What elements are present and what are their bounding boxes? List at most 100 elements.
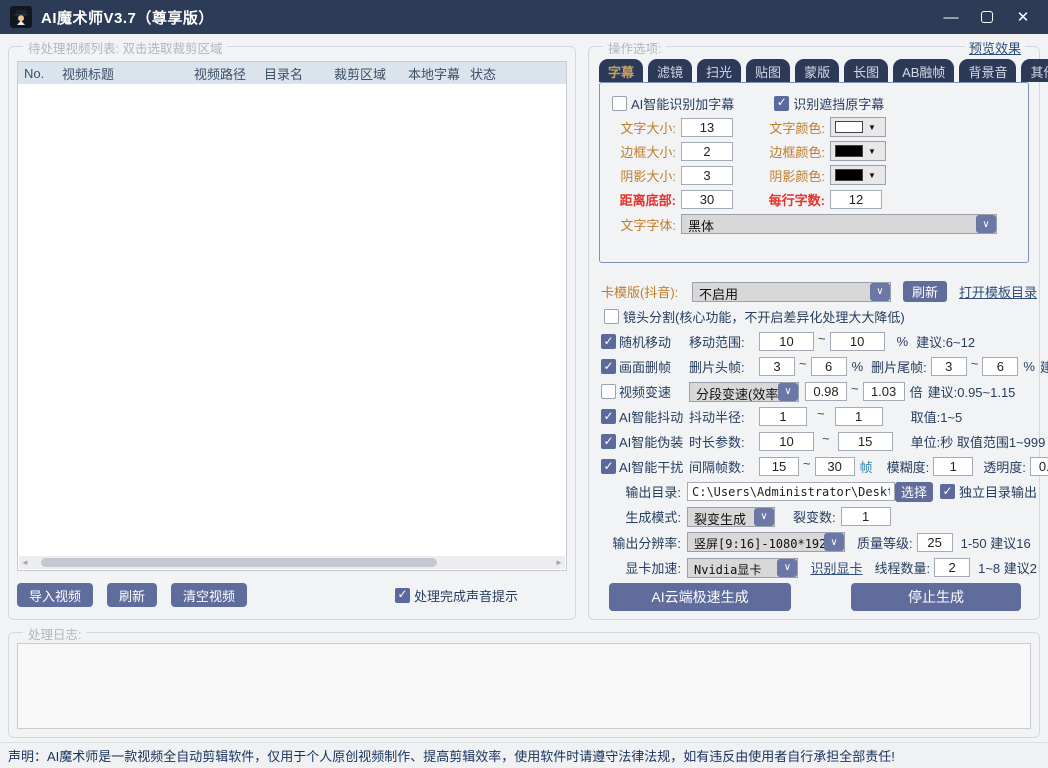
tab-字幕[interactable]: 字幕 <box>599 59 643 82</box>
ai-interfere-row: AI智能干扰 间隔帧数: ~ 帧 模糊度: 透明度: <box>601 454 1037 479</box>
del-tail-to-input[interactable] <box>982 357 1018 376</box>
tab-滤镜[interactable]: 滤镜 <box>648 59 692 82</box>
horizontal-scrollbar[interactable]: ◄ ► <box>19 556 565 569</box>
tab-贴图[interactable]: 贴图 <box>746 59 790 82</box>
interval-from-input[interactable] <box>759 457 799 476</box>
log-textarea[interactable] <box>17 643 1031 729</box>
resolution-label: 输出分辨率: <box>601 533 681 552</box>
font-family-dropdown[interactable]: 黑体 ∨ <box>681 214 997 234</box>
del-head-to-input[interactable] <box>811 357 847 376</box>
column-header-5: 本地字幕 <box>402 64 464 83</box>
preview-effect-link[interactable]: 预览效果 <box>965 38 1025 57</box>
alpha-input[interactable] <box>1030 457 1048 476</box>
stop-generate-button[interactable]: 停止生成 <box>851 583 1021 611</box>
delete-frames-checkbox[interactable] <box>601 359 616 374</box>
detect-gpu-link[interactable]: 识别显卡 <box>810 558 862 577</box>
log-group-label: 处理日志: <box>23 624 86 643</box>
fission-count-input[interactable] <box>841 507 891 526</box>
close-button[interactable]: ✕ <box>1008 4 1038 30</box>
interval-to-input[interactable] <box>815 457 855 476</box>
tab-背景音[interactable]: 背景音 <box>959 59 1016 82</box>
bottom-gap-input[interactable] <box>681 190 733 209</box>
speed-mode-dropdown[interactable]: 分段变速(效率优 ∨ <box>689 382 799 402</box>
move-range-from-input[interactable] <box>759 332 814 351</box>
clear-videos-button[interactable]: 清空视频 <box>171 583 247 607</box>
table-body[interactable] <box>18 84 566 556</box>
font-size-input[interactable] <box>681 118 733 137</box>
ai-add-subtitle-checkbox[interactable] <box>612 96 627 111</box>
output-dir-input[interactable] <box>687 482 895 501</box>
tab-扫光[interactable]: 扫光 <box>697 59 741 82</box>
threads-input[interactable] <box>934 558 970 577</box>
shake-radius-from-input[interactable] <box>759 407 807 426</box>
sound-tip-checkbox[interactable] <box>395 588 410 603</box>
duration-from-input[interactable] <box>759 432 814 451</box>
choose-dir-button[interactable]: 选择 <box>895 482 933 502</box>
tilde-separator: ~ <box>803 456 811 471</box>
tab-长图[interactable]: 长图 <box>844 59 888 82</box>
del-tail-from-input[interactable] <box>931 357 967 376</box>
speed-label: 视频变速 <box>619 382 689 401</box>
quality-label: 质量等级: <box>857 533 913 552</box>
resolution-value: 竖屏[9:16]-1080*1920 <box>688 533 824 551</box>
gpu-dropdown[interactable]: Nvidia显卡 ∨ <box>687 558 798 578</box>
template-refresh-button[interactable]: 刷新 <box>903 281 947 302</box>
import-videos-button[interactable]: 导入视频 <box>17 583 93 607</box>
scrollbar-thumb[interactable] <box>41 558 437 567</box>
ai-disguise-checkbox[interactable] <box>601 434 616 449</box>
del-tail-label: 删片尾帧: <box>871 357 927 376</box>
mask-original-checkbox[interactable] <box>774 96 789 111</box>
delete-frames-row: 画面删帧 删片头帧: ~ % 删片尾帧: ~ % 建议:3~6 <box>601 354 1037 379</box>
shadow-size-row: 阴影大小: 阴影颜色: ▼ <box>608 163 1020 187</box>
ai-interfere-checkbox[interactable] <box>601 459 616 474</box>
gen-mode-dropdown[interactable]: 裂变生成 ∨ <box>687 507 775 527</box>
cloud-generate-button[interactable]: AI云端极速生成 <box>609 583 791 611</box>
shake-radius-to-input[interactable] <box>835 407 883 426</box>
speed-to-input[interactable] <box>863 382 905 401</box>
quality-input[interactable] <box>917 533 953 552</box>
minimize-button[interactable]: — <box>936 4 966 30</box>
speed-checkbox[interactable] <box>601 384 616 399</box>
resolution-dropdown[interactable]: 竖屏[9:16]-1080*1920 ∨ <box>687 532 845 552</box>
line-chars-input[interactable] <box>830 190 882 209</box>
refresh-list-button[interactable]: 刷新 <box>107 583 157 607</box>
shadow-size-input[interactable] <box>681 166 733 185</box>
subtitle-toggles-row: AI智能识别加字幕 识别遮挡原字幕 <box>608 91 1020 115</box>
ai-shake-row: AI智能抖动 抖动半径: ~ 取值:1~5 <box>601 404 1037 429</box>
random-move-label: 随机移动 <box>619 332 689 351</box>
sound-tip-label: 处理完成声音提示 <box>414 586 518 605</box>
duration-to-input[interactable] <box>838 432 893 451</box>
del-head-unit: % <box>852 359 864 374</box>
column-header-1: 视频标题 <box>56 64 188 83</box>
list-footer: 导入视频 刷新 清空视频 处理完成声音提示 <box>17 583 567 607</box>
font-family-label: 文字字体: <box>608 215 676 234</box>
tab-蒙版[interactable]: 蒙版 <box>795 59 839 82</box>
template-dropdown[interactable]: 不启用 ∨ <box>692 282 891 302</box>
blur-input[interactable] <box>933 457 973 476</box>
open-template-dir-link[interactable]: 打开模板目录 <box>959 282 1037 301</box>
font-color-dropdown[interactable]: ▼ <box>830 117 886 137</box>
video-list-table[interactable]: No.视频标题视频路径目录名裁剪区域本地字幕状态 ◄ ► <box>17 61 567 571</box>
random-move-checkbox[interactable] <box>601 334 616 349</box>
scroll-right-icon[interactable]: ► <box>553 558 565 567</box>
border-color-dropdown[interactable]: ▼ <box>830 141 886 161</box>
subtitle-tab-panel: AI智能识别加字幕 识别遮挡原字幕 文字大小: 文字颜色: ▼ 边框大小: 边框… <box>599 82 1029 263</box>
shot-split-row: 镜头分割(核心功能，不开启差异化处理大大降低) <box>601 304 1037 329</box>
table-header: No.视频标题视频路径目录名裁剪区域本地字幕状态 <box>18 62 566 84</box>
ai-shake-checkbox[interactable] <box>601 409 616 424</box>
tab-其他[interactable]: 其他 <box>1021 59 1048 82</box>
independent-dir-checkbox[interactable] <box>940 484 955 499</box>
maximize-button[interactable] <box>972 4 1002 30</box>
tab-AB融帧[interactable]: AB融帧 <box>893 59 954 82</box>
ai-add-subtitle-label: AI智能识别加字幕 <box>631 94 734 113</box>
speed-from-input[interactable] <box>805 382 847 401</box>
blur-label: 模糊度: <box>887 457 930 476</box>
scroll-left-icon[interactable]: ◄ <box>19 558 31 567</box>
ai-shake-label: AI智能抖动 <box>619 407 689 426</box>
option-rows: 卡模版(抖音): 不启用 ∨ 刷新 打开模板目录 镜头分割(核心功能，不开启差异… <box>601 279 1037 614</box>
del-head-from-input[interactable] <box>759 357 795 376</box>
border-size-input[interactable] <box>681 142 733 161</box>
move-range-to-input[interactable] <box>830 332 885 351</box>
shot-split-checkbox[interactable] <box>604 309 619 324</box>
shadow-color-dropdown[interactable]: ▼ <box>830 165 886 185</box>
